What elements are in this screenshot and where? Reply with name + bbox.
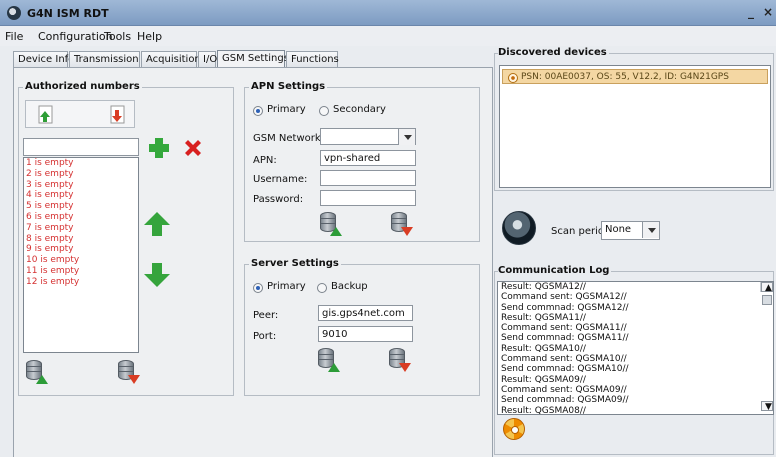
log-line: Result: QGSMA12// — [501, 282, 586, 292]
server-settings-title: Server Settings — [249, 258, 341, 269]
database-upload-icon[interactable] — [26, 360, 48, 384]
apn-secondary-radio[interactable] — [319, 106, 329, 116]
list-item[interactable]: 4 is empty — [24, 190, 138, 201]
server-backup-radio[interactable] — [317, 283, 327, 293]
radiation-icon[interactable] — [503, 418, 525, 440]
scroll-up-button[interactable]: ▲ — [761, 282, 773, 293]
peer-label: Peer: — [253, 310, 279, 321]
window-title: G4N ISM RDT — [27, 7, 109, 20]
menu-help[interactable]: Help — [137, 30, 162, 43]
username-input[interactable] — [320, 170, 416, 186]
apn-input[interactable]: vpn-shared — [320, 150, 416, 166]
menu-bar: File Configuration Tools Help — [0, 26, 776, 46]
move-up-icon[interactable] — [143, 211, 171, 237]
gsm-network-label: GSM Network — [253, 133, 321, 144]
apn-settings-title: APN Settings — [249, 81, 328, 92]
tab-gsm-settings[interactable]: GSM Settings — [217, 50, 289, 68]
download-red-icon[interactable] — [108, 105, 128, 125]
log-line: Result: QGSMA11// — [501, 312, 586, 323]
discovered-devices-list[interactable]: PSN: 00AE0037, OS: 55, V12.2, ID: G4N21G… — [499, 65, 771, 188]
list-item[interactable]: 5 is empty — [24, 201, 138, 212]
tab-functions[interactable]: Functions — [286, 51, 339, 68]
device-row[interactable]: PSN: 00AE0037, OS: 55, V12.2, ID: G4N21G… — [502, 69, 768, 84]
list-item[interactable]: 2 is empty — [24, 169, 138, 180]
server-primary-label: Primary — [267, 281, 306, 292]
apn-primary-label: Primary — [267, 104, 306, 115]
minimize-button[interactable]: _ — [748, 5, 754, 19]
scroll-down-button[interactable]: ▼ — [761, 401, 773, 412]
list-item[interactable]: 1 is empty — [24, 158, 138, 169]
username-label: Username: — [253, 174, 308, 185]
apn-settings-group: APN Settings Primary Secondary GSM Netwo… — [244, 81, 480, 242]
apn-label: APN: — [253, 155, 277, 166]
database-download-icon[interactable] — [118, 360, 140, 384]
import-export-box — [25, 100, 135, 128]
port-input[interactable]: 9010 — [318, 326, 413, 342]
server-load-download-icon[interactable] — [389, 348, 411, 372]
close-button[interactable]: × — [763, 5, 773, 19]
authorized-numbers-title: Authorized numbers — [23, 81, 142, 92]
communication-log-title: Communication Log — [498, 265, 612, 276]
log-line: Command sent: QGSMA09// — [501, 384, 627, 395]
menu-file[interactable]: File — [5, 30, 23, 43]
gsm-settings-panel: Authorized numbers 1 is empty 2 is empty… — [13, 67, 493, 457]
password-input[interactable] — [320, 190, 416, 206]
move-down-icon[interactable] — [143, 262, 171, 288]
apn-primary-radio[interactable] — [253, 106, 263, 116]
password-label: Password: — [253, 194, 304, 205]
gsm-network-select[interactable] — [320, 128, 416, 145]
log-line: Command sent: QGSMA10// — [501, 354, 627, 365]
server-backup-label: Backup — [331, 281, 368, 292]
list-item[interactable]: 10 is empty — [24, 255, 138, 266]
list-item[interactable]: 11 is empty — [24, 266, 138, 277]
menu-tools[interactable]: Tools — [104, 30, 131, 43]
log-line: Send commnad: QGSMA10// — [501, 364, 629, 375]
remove-x-icon[interactable] — [182, 137, 204, 159]
log-line: Send commnad: QGSMA09// — [501, 395, 629, 406]
scroll-thumb[interactable] — [762, 295, 772, 306]
list-item[interactable]: 7 is empty — [24, 223, 138, 234]
app-logo-icon — [7, 6, 21, 20]
scan-period-value: None — [605, 224, 632, 235]
tab-acquisition[interactable]: Acquisition — [141, 51, 201, 68]
log-line: Result: QGSMA10// — [501, 343, 586, 354]
log-line: Result: QGSMA09// — [501, 374, 586, 385]
log-scrollbar[interactable]: ▲ ▼ — [760, 282, 773, 412]
log-line: Result: QGSMA08// — [501, 405, 586, 415]
server-primary-radio[interactable] — [253, 283, 263, 293]
scan-radar-icon[interactable] — [502, 211, 536, 245]
list-item[interactable]: 6 is empty — [24, 212, 138, 223]
title-bar: G4N ISM RDT _ × — [0, 0, 776, 26]
log-line: Send commnad: QGSMA11// — [501, 333, 629, 344]
chevron-down-icon — [398, 129, 415, 145]
apn-secondary-label: Secondary — [333, 104, 386, 115]
list-item[interactable]: 3 is empty — [24, 180, 138, 191]
menu-configuration[interactable]: Configuration — [38, 30, 113, 43]
communication-log-text[interactable]: Result: QGSMA12// Command sent: QGSMA12/… — [497, 281, 774, 415]
list-item[interactable]: 9 is empty — [24, 244, 138, 255]
scan-period-select[interactable]: None — [601, 221, 660, 240]
apn-load-download-icon[interactable] — [391, 212, 413, 236]
list-item[interactable]: 12 is empty — [24, 277, 138, 288]
authorized-numbers-list[interactable]: 1 is empty 2 is empty 3 is empty 4 is em… — [23, 157, 139, 353]
authorized-numbers-group: Authorized numbers 1 is empty 2 is empty… — [18, 81, 234, 396]
add-plus-icon[interactable] — [148, 137, 170, 159]
port-label: Port: — [253, 331, 277, 342]
log-line: Command sent: QGSMA11// — [501, 323, 627, 334]
discovered-devices-title: Discovered devices — [498, 47, 609, 58]
upload-green-icon[interactable] — [36, 105, 56, 125]
log-line: Command sent: QGSMA12// — [501, 292, 627, 303]
authorized-number-input[interactable] — [23, 138, 139, 156]
log-line: Send commnad: QGSMA12// — [501, 302, 629, 313]
list-item[interactable]: 8 is empty — [24, 234, 138, 245]
peer-input[interactable]: gis.gps4net.com — [318, 305, 413, 321]
apn-save-upload-icon[interactable] — [320, 212, 342, 236]
chevron-down-icon — [642, 222, 659, 238]
tab-io[interactable]: I/O — [198, 51, 217, 68]
tab-transmission[interactable]: Transmission — [69, 51, 140, 68]
server-save-upload-icon[interactable] — [318, 348, 340, 372]
server-settings-group: Server Settings Primary Backup Peer: gis… — [244, 258, 480, 396]
tab-device-info[interactable]: Device Info — [13, 51, 74, 68]
